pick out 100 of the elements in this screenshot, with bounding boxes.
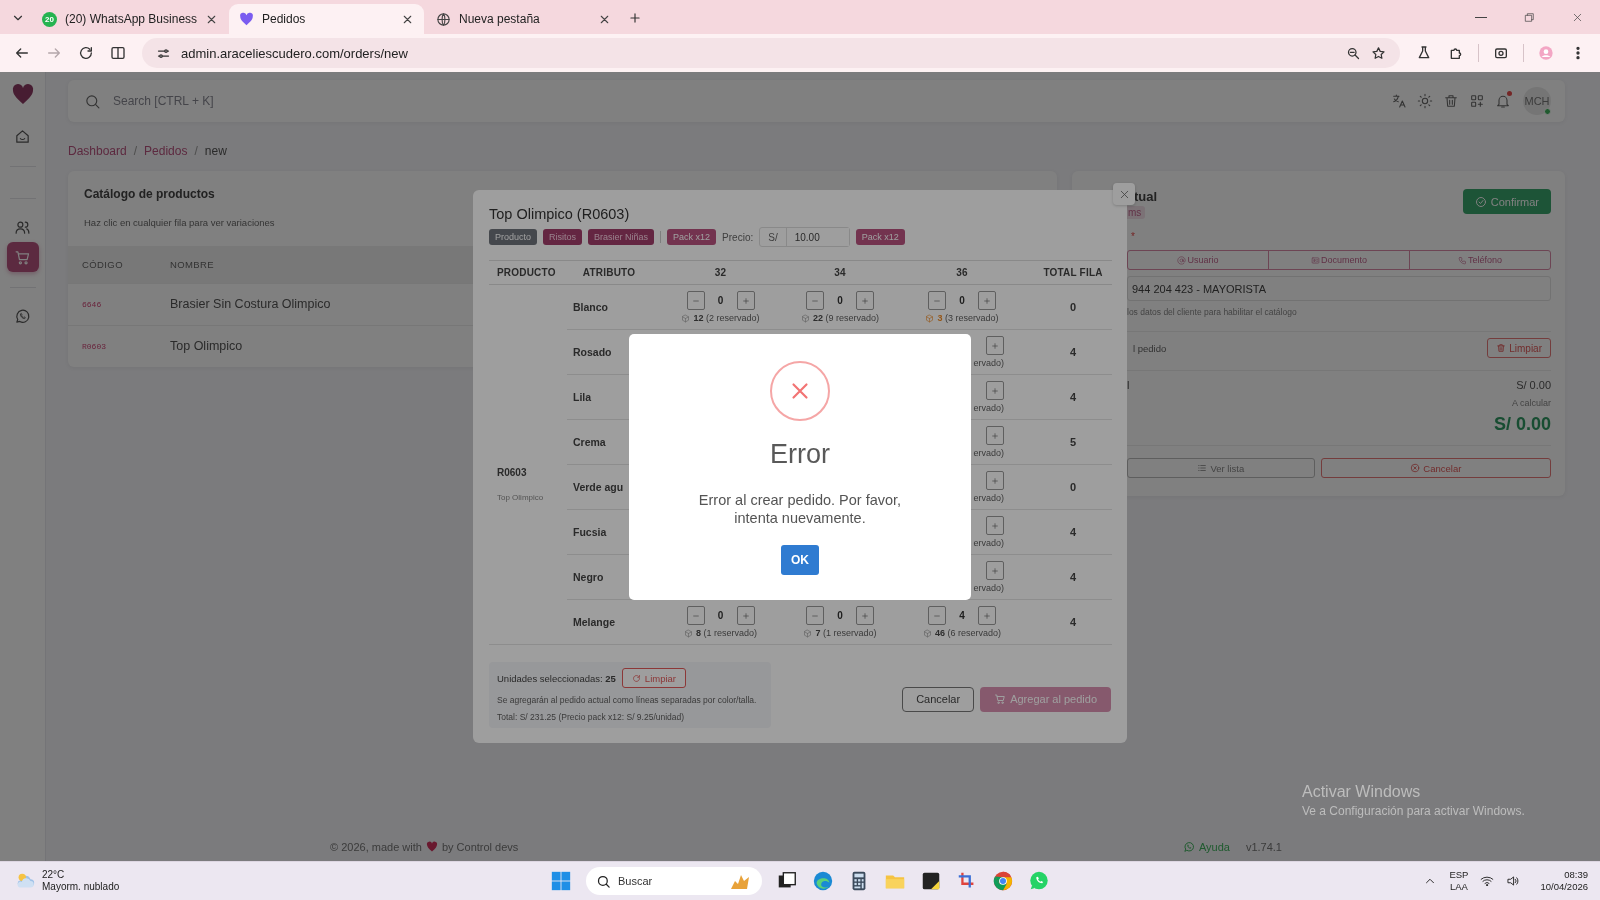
id-card-icon (1311, 255, 1320, 265)
add-to-order-button[interactable]: Agregar al pedido (980, 686, 1111, 712)
sun-icon[interactable] (1417, 93, 1433, 109)
increment-button[interactable] (986, 336, 1004, 355)
minimize-icon[interactable] (1475, 16, 1487, 18)
address-bar[interactable]: admin.araceliescudero.com/orders/new (142, 38, 1400, 68)
increment-button[interactable] (978, 606, 996, 625)
stock-text: 12 (2 reservado) (693, 313, 760, 323)
product-code: R0603 (68, 325, 169, 367)
heart-icon (425, 841, 438, 853)
trash-icon (1496, 343, 1507, 353)
chat-bubble-icon[interactable] (1028, 870, 1050, 892)
row-total: 4 (1034, 329, 1112, 375)
clock[interactable]: 08:39 10/04/2026 (1540, 869, 1588, 893)
card-title: tual (1134, 189, 1158, 204)
increment-button[interactable] (986, 516, 1004, 535)
url-text[interactable]: admin.araceliescudero.com/orders/new (181, 45, 408, 61)
stock-text: 7 (1 reservado) (815, 628, 877, 638)
customer-field[interactable]: 944 204 423 - MAYORISTA (1127, 276, 1551, 301)
product-code: 6646 (68, 283, 169, 325)
increment-button[interactable] (978, 291, 996, 310)
clear-button[interactable]: Limpiar (1487, 338, 1551, 358)
product-name: Top Olimpico (497, 493, 545, 502)
search-field[interactable]: Buscar (586, 867, 762, 895)
increment-button[interactable] (986, 426, 1004, 445)
stock-text: 46 (6 reservado) (934, 628, 1001, 638)
activation-title: Activar Windows (1302, 783, 1422, 801)
increment-button[interactable] (736, 291, 755, 310)
breadcrumb-link[interactable]: Dashboard (68, 144, 127, 158)
product-code: R0603 (497, 467, 528, 478)
increment-button[interactable] (856, 291, 874, 310)
bell-icon[interactable] (1495, 93, 1511, 109)
reload-icon (78, 45, 94, 61)
increment-button[interactable] (736, 606, 755, 625)
search-icon (84, 92, 101, 110)
start-icon[interactable] (550, 870, 572, 892)
tag-badge: Pack x12 (667, 229, 717, 245)
wifi-icon[interactable] (1480, 874, 1495, 888)
lookup-tab[interactable]: Documento (1269, 251, 1410, 269)
increment-button[interactable] (856, 606, 874, 625)
confirm-button[interactable]: Confirmar (1462, 189, 1551, 214)
volume-icon[interactable] (1506, 874, 1521, 888)
temperature-text: 22°C (42, 869, 66, 881)
browser-tab[interactable]: Nueva pestaña (426, 4, 621, 34)
row-total: 4 (1034, 554, 1112, 600)
bookmark-star-icon[interactable] (1371, 45, 1386, 61)
browser-tab[interactable]: 20 (20) WhatsApp Business (32, 4, 227, 34)
price-field[interactable]: S/ 10.00 (759, 227, 850, 247)
browser-tab[interactable]: Pedidos (229, 4, 424, 34)
cancel-button[interactable]: Cancelar (902, 686, 975, 712)
plus-icon (991, 521, 999, 530)
weather-widget[interactable]: 22°C Mayorm. nublado (0, 869, 120, 893)
column-header: 34 (790, 260, 890, 285)
row-total: 4 (1034, 374, 1112, 420)
close-button[interactable] (1113, 183, 1135, 205)
breadcrumb-link[interactable]: Pedidos (144, 144, 188, 158)
search-field[interactable]: Search [CTRL + K] (111, 93, 411, 109)
view-list-button[interactable]: Ver lista (1127, 458, 1315, 478)
zoom-icon[interactable] (1346, 45, 1361, 61)
plus-icon (861, 296, 869, 305)
round-logo-icon[interactable] (992, 870, 1014, 892)
increment-button[interactable] (986, 381, 1004, 400)
cancel-button[interactable]: Cancelar (1320, 458, 1551, 478)
search-icon (596, 874, 611, 889)
stock-text: 3 (3 reservado) (937, 313, 999, 323)
decrement-button[interactable] (686, 606, 705, 625)
decrement-button[interactable] (806, 291, 824, 310)
price-label: Precio: (722, 231, 754, 243)
quantity-value: 0 (958, 295, 966, 306)
apps-icon[interactable] (1469, 93, 1485, 109)
avatar-icon[interactable] (1538, 45, 1554, 61)
globe-icon (436, 11, 451, 27)
lookup-tab[interactable]: Teléfono (1410, 251, 1550, 269)
browser-swirl-icon[interactable] (812, 870, 834, 892)
note-icon[interactable] (920, 870, 942, 892)
stock-text: 8 (1 reservado) (695, 628, 757, 638)
nav-button[interactable] (6, 242, 39, 272)
ok-button[interactable]: OK (781, 545, 819, 575)
decrement-button[interactable] (686, 291, 705, 310)
user-avatar[interactable]: MCH (1523, 87, 1551, 115)
list-icon (1197, 463, 1208, 473)
stock-text: ervado) (973, 493, 1004, 503)
lookup-tab[interactable]: Usuario (1128, 251, 1269, 269)
quantity-value: 0 (836, 295, 844, 306)
plus-icon (983, 296, 991, 305)
decrement-button[interactable] (928, 291, 946, 310)
clear-button[interactable]: Limpiar (621, 668, 686, 688)
decrement-button[interactable] (806, 606, 824, 625)
increment-button[interactable] (986, 471, 1004, 490)
refresh-icon (631, 673, 641, 683)
row-total: 0 (1034, 284, 1112, 330)
plus-icon (991, 341, 999, 350)
heart-icon (239, 11, 254, 27)
language-indicator[interactable]: ESP LAA (1449, 869, 1469, 893)
trash-icon[interactable] (1443, 93, 1459, 109)
help-link[interactable]: Ayuda (1182, 841, 1230, 853)
decrement-button[interactable] (928, 606, 946, 625)
translate-icon[interactable] (1391, 93, 1407, 109)
quantity-value: 0 (716, 610, 725, 621)
increment-button[interactable] (986, 561, 1004, 580)
